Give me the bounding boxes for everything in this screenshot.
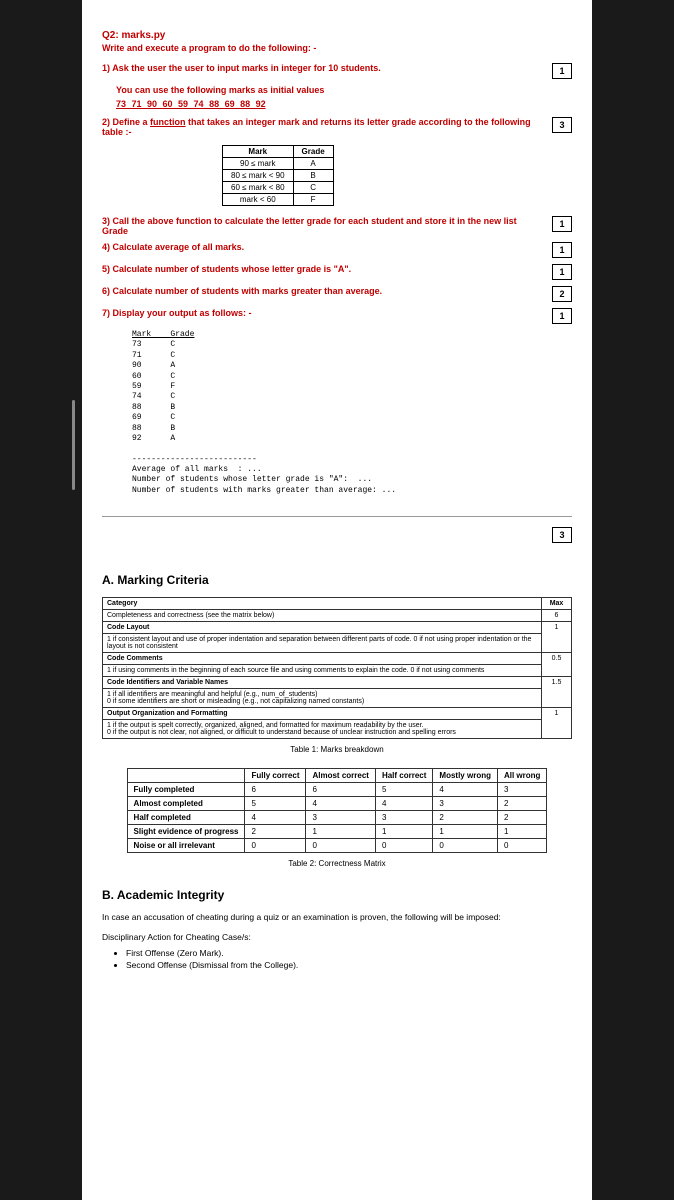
table-row: 1 if all identifiers are meaningful and … [103,689,572,708]
table-header: Half correct [375,769,432,783]
table-header [127,769,245,783]
table-row: Fully completed66543 [127,783,547,797]
table-row: Almost completed54432 [127,797,547,811]
correctness-matrix: Fully correct Almost correct Half correc… [127,768,548,853]
table-header: Mark [223,146,294,158]
table-row: Noise or all irrelevant00000 [127,839,547,853]
item-text: 4) Calculate average of all marks. [102,242,552,252]
table-row: Code Identifiers and Variable Names1.5 [103,677,572,689]
item-text: 1) Ask the user the user to input marks … [102,63,552,73]
scroll-indicator[interactable] [72,400,75,490]
item-text: 6) Calculate number of students with mar… [102,286,552,296]
table-header: All wrong [497,769,546,783]
points-box: 3 [552,117,572,133]
question-item: 3) Call the above function to calculate … [102,216,572,236]
item-text: 7) Display your output as follows: - [102,308,552,318]
question-item: 1) Ask the user the user to input marks … [102,63,572,79]
question-subtitle: Write and execute a program to do the fo… [102,43,572,53]
table-header: Category [103,598,542,610]
divider [102,516,572,517]
document-page: Q2: marks.py Write and execute a program… [82,0,592,1200]
question-item: 4) Calculate average of all marks. 1 [102,242,572,258]
initial-values: 73 71 90 60 59 74 88 69 88 92 [102,99,572,109]
question-item: 2) Define a function that takes an integ… [102,117,572,137]
points-box: 1 [552,264,572,280]
item-text: 3) Call the above function to calculate … [102,216,552,236]
sample-output: Mark Grade 73 C 71 C 90 A 60 C 59 F 74 C… [132,330,572,496]
item-subtext: You can use the following marks as initi… [102,85,572,95]
points-box: 1 [552,216,572,232]
question-title: Q2: marks.py [102,30,572,41]
question-item: 6) Calculate number of students with mar… [102,286,572,302]
points-box: 1 [552,308,572,324]
table-header: Almost correct [306,769,375,783]
table-caption: Table 1: Marks breakdown [102,745,572,754]
table-row: Half completed43322 [127,811,547,825]
table-row: 1 if consistent layout and use of proper… [103,634,572,653]
integrity-subheading: Disciplinary Action for Cheating Case/s: [102,932,572,942]
table-caption: Table 2: Correctness Matrix [102,859,572,868]
table-header: Fully correct [245,769,306,783]
question-item: 7) Display your output as follows: - 1 [102,308,572,324]
table-row: Output Organization and Formatting1 [103,708,572,720]
criteria-table: Category Max Completeness and correctnes… [102,597,572,739]
table-row: 1 if using comments in the beginning of … [103,665,572,677]
table-row: 60 ≤ mark < 80C [223,182,334,194]
points-box: 2 [552,286,572,302]
points-box: 1 [552,63,572,79]
list-item: First Offense (Zero Mark). [126,948,572,958]
table-header: Max [542,598,572,610]
table-row: Completeness and correctness (see the ma… [103,610,572,622]
question-item: 5) Calculate number of students whose le… [102,264,572,280]
table-row: Slight evidence of progress21111 [127,825,547,839]
table-row: Code Layout1 [103,622,572,634]
integrity-text: In case an accusation of cheating during… [102,912,572,922]
list-item: Second Offense (Dismissal from the Colle… [126,960,572,970]
page-total-row: 3 [102,527,572,543]
table-row: 90 ≤ markA [223,158,334,170]
table-row: 80 ≤ mark < 90B [223,170,334,182]
table-row: mark < 60F [223,194,334,206]
grade-table: Mark Grade 90 ≤ markA 80 ≤ mark < 90B 60… [222,145,334,206]
integrity-heading: B. Academic Integrity [102,888,572,902]
table-header: Mostly wrong [433,769,498,783]
item-text: 5) Calculate number of students whose le… [102,264,552,274]
page-total-box: 3 [552,527,572,543]
item-text: 2) Define a function that takes an integ… [102,117,552,137]
table-row: Code Comments0.5 [103,653,572,665]
table-header: Grade [293,146,333,158]
marking-heading: A. Marking Criteria [102,573,572,587]
table-row: 1 if the output is spelt correctly, orga… [103,720,572,739]
viewer-background: Q2: marks.py Write and execute a program… [0,0,674,1200]
disciplinary-list: First Offense (Zero Mark). Second Offens… [102,948,572,970]
points-box: 1 [552,242,572,258]
